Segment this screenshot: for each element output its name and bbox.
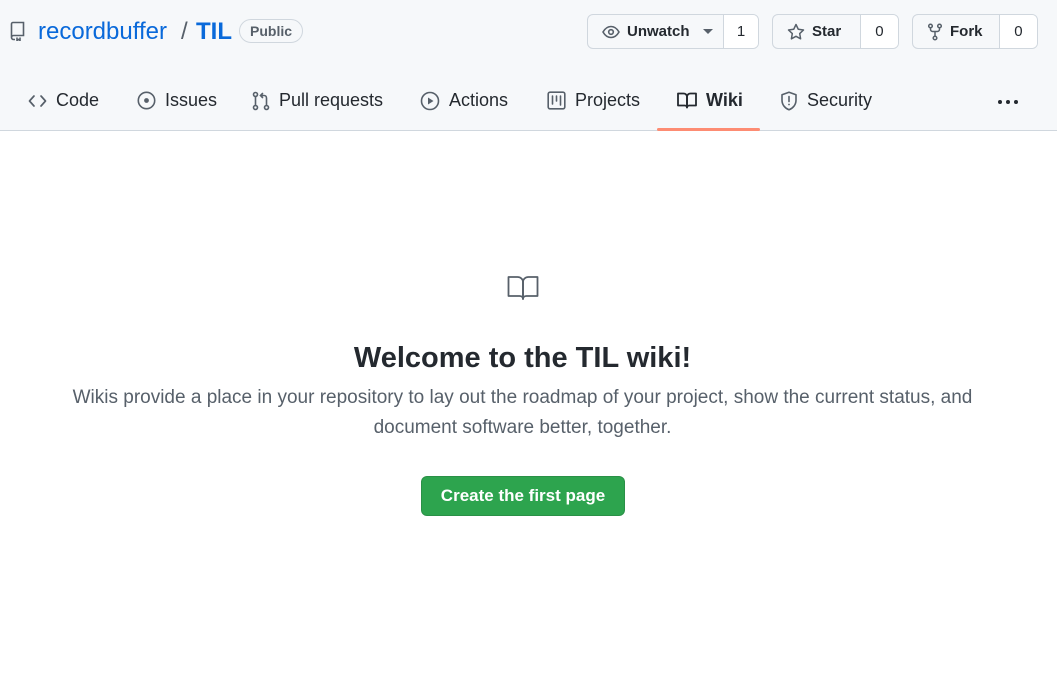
watchers-count[interactable]: 1 [723,15,758,48]
fork-button-group: Fork 0 [912,14,1038,49]
project-icon [547,91,566,110]
tab-pull-requests[interactable]: Pull requests [252,70,383,131]
star-button-group: Star 0 [772,14,899,49]
eye-icon [602,25,620,39]
more-tabs-button[interactable] [992,90,1024,114]
unwatch-label: Unwatch [627,23,690,40]
visibility-badge: Public [239,19,304,43]
star-icon [787,23,805,41]
create-first-page-button[interactable]: Create the first page [421,476,625,516]
tab-label-wiki: Wiki [706,90,743,110]
wiki-book-icon [507,275,539,301]
kebab-dot-icon [1006,100,1010,104]
kebab-dot-icon [1014,100,1018,104]
wiki-blankslate: Welcome to the TIL wiki! Wikis provide a… [0,131,1057,678]
wiki-welcome-title: Welcome to the TIL wiki! [353,342,692,374]
tab-security[interactable]: Security [780,70,872,131]
kebab-dot-icon [998,100,1002,104]
repo-icon [10,21,26,41]
tab-issues[interactable]: Issues [137,70,217,131]
tab-actions[interactable]: Actions [420,70,508,131]
wiki-description: Wikis provide a place in your repository… [72,387,973,438]
fork-icon [927,22,943,41]
tab-label-pull-requests: Pull requests [279,90,384,110]
play-icon [420,91,440,111]
tab-projects[interactable]: Projects [547,70,640,131]
star-label: Star [812,23,842,40]
stars-count[interactable]: 0 [859,15,898,48]
path-separator: / [181,18,188,45]
repo-nav-tabs: Code Issues Pull requests Actions Projec… [0,70,1057,131]
tab-label-issues: Issues [165,90,218,110]
book-icon [677,92,697,109]
pull-request-icon [252,91,270,111]
tab-code[interactable]: Code [28,70,99,131]
repo-owner-link[interactable]: recordbuffer [38,16,167,48]
repo-title-row: recordbuffer / TIL Public Unwatch 1 Star… [0,0,1057,62]
tab-label-actions: Actions [449,90,509,110]
tab-label-projects: Projects [575,90,641,110]
unwatch-button[interactable]: Unwatch [588,15,723,48]
forks-count[interactable]: 0 [998,15,1037,48]
star-button[interactable]: Star [773,15,860,48]
chevron-down-icon [702,29,713,34]
watch-button-group: Unwatch 1 [587,14,759,49]
tab-label-code: Code [56,90,100,110]
fork-button[interactable]: Fork [913,15,999,48]
fork-label: Fork [950,23,983,40]
tab-wiki[interactable]: Wiki [677,70,743,131]
issue-icon [137,91,156,110]
tab-label-security: Security [807,90,873,110]
shield-icon [780,90,798,111]
code-icon [28,94,47,108]
repo-name-link[interactable]: TIL [196,16,232,48]
repo-header: recordbuffer / TIL Public Unwatch 1 Star… [0,0,1057,131]
